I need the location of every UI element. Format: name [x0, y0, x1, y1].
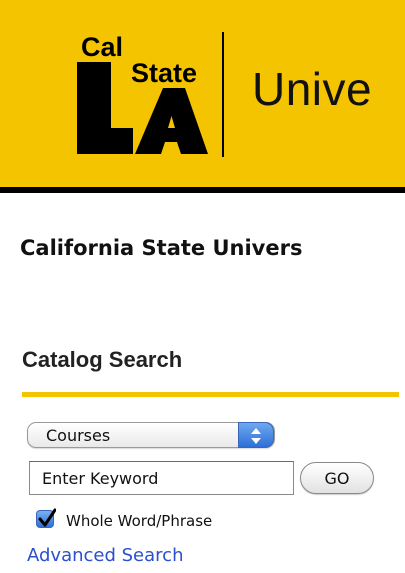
cal-state-la-logo[interactable]: Cal State LA: [73, 32, 208, 157]
select-arrows-icon: [238, 422, 274, 448]
whole-word-label: Whole Word/Phrase: [66, 512, 213, 530]
checkmark-icon: [38, 508, 56, 527]
logo-a-shape: [135, 88, 208, 154]
keyword-search-input[interactable]: [29, 461, 294, 495]
search-type-select-value: Courses: [46, 426, 111, 445]
header-title: Unive: [252, 63, 373, 115]
logo-text-cal: Cal: [81, 32, 123, 62]
site-header: Cal State LA Unive: [0, 0, 405, 193]
logo-l-shape: [77, 62, 133, 154]
catalog-search-divider: [22, 392, 399, 397]
advanced-search-link[interactable]: Advanced Search: [27, 545, 183, 566]
whole-word-checkbox[interactable]: [36, 508, 56, 528]
logo-text-la: LA: [73, 32, 75, 33]
logo-divider: [222, 32, 224, 157]
search-type-select[interactable]: Courses: [27, 422, 275, 448]
page-title: California State Univers: [20, 236, 303, 260]
catalog-search-heading: Catalog Search: [22, 347, 183, 372]
go-button[interactable]: GO: [300, 462, 374, 494]
logo-text-state: State: [131, 58, 197, 88]
